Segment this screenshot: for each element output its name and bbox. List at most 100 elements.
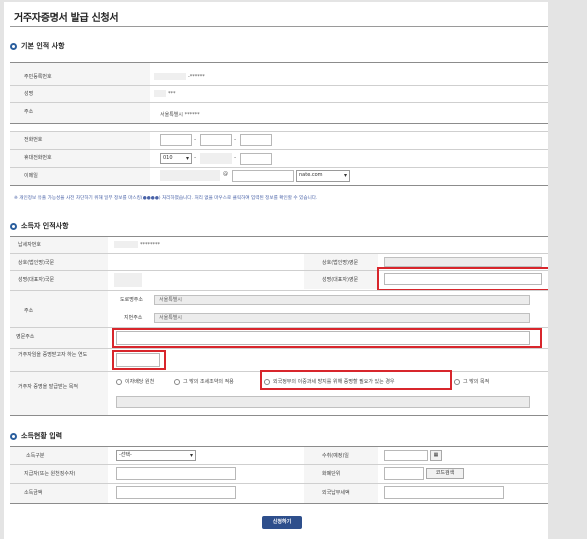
highlight-box bbox=[112, 328, 542, 348]
mobile-prefix-value: 010 bbox=[163, 155, 173, 161]
dash: - bbox=[234, 136, 237, 143]
purpose-label: 거주자 증명을 발급받는 목적 bbox=[18, 384, 78, 390]
purpose-detail-input[interactable] bbox=[116, 396, 530, 408]
en-address-label: 영문주소 bbox=[16, 334, 35, 340]
lot-address-value: 서울특별시 bbox=[159, 315, 183, 321]
divider bbox=[10, 348, 548, 349]
mobile-mid-input[interactable] bbox=[200, 153, 232, 164]
section-basic-title: 기본 인적 사항 bbox=[21, 42, 65, 50]
biz-name-label: 상호(법인명)국문 bbox=[18, 260, 55, 266]
divider bbox=[10, 185, 548, 186]
currency-label: 화폐단위 bbox=[322, 471, 341, 477]
submit-button[interactable]: 신청하기 bbox=[262, 516, 302, 529]
radio-icon bbox=[454, 378, 460, 385]
purpose-option-2[interactable]: 그 밖의 조세조약의 적용 bbox=[174, 378, 234, 385]
email-id-input[interactable] bbox=[160, 170, 220, 181]
section-income-status-header: 소득현황 입력 bbox=[10, 431, 62, 441]
page-title: 거주자증명서 발급 신청서 bbox=[14, 13, 119, 24]
phone-area-input[interactable] bbox=[160, 134, 192, 146]
divider bbox=[10, 149, 548, 150]
period-label: 수취(예정)일 bbox=[322, 453, 349, 459]
masking-notice: ※ 개인정보 유출 가능성을 사전 차단하기 위해 일부 정보를 마스킹(●●●… bbox=[14, 196, 318, 201]
rrn-value: -****** bbox=[188, 74, 205, 80]
income-type-value: -선택- bbox=[119, 452, 132, 458]
rrn-label: 주민등록번호 bbox=[24, 74, 52, 80]
radio-icon bbox=[174, 378, 180, 385]
foreign-tax-label: 외국납부세액 bbox=[322, 490, 350, 496]
payer-label: 지급자(또는 원천징수자) bbox=[24, 471, 76, 477]
radio-icon bbox=[116, 378, 122, 385]
mobile-label: 휴대전화번호 bbox=[24, 155, 52, 161]
divider bbox=[10, 483, 548, 484]
highlight-box bbox=[260, 370, 452, 390]
highlight-box bbox=[112, 350, 166, 370]
rep-name-label: 성명(대표자)국문 bbox=[18, 277, 55, 283]
masked-value bbox=[154, 90, 166, 97]
purpose-option-label: 그 밖의 목적 bbox=[463, 379, 490, 385]
code-search-button[interactable]: 코드검색 bbox=[426, 468, 464, 479]
payer-input[interactable] bbox=[116, 467, 236, 480]
divider bbox=[10, 290, 548, 291]
biz-name-en-input[interactable] bbox=[384, 257, 542, 267]
section-bullet-icon bbox=[10, 222, 17, 230]
email-domain-input[interactable] bbox=[232, 170, 294, 182]
tin-value: ******** bbox=[140, 242, 160, 248]
currency-input[interactable] bbox=[384, 467, 424, 480]
page-margin bbox=[548, 0, 587, 539]
name-value: *** bbox=[168, 91, 176, 97]
chevron-down-icon: ▾ bbox=[189, 452, 193, 459]
divider bbox=[10, 503, 548, 504]
section-bullet-icon bbox=[10, 432, 17, 440]
phone-mid-input[interactable] bbox=[200, 134, 232, 146]
divider bbox=[10, 464, 548, 465]
divider bbox=[10, 167, 548, 168]
section-bullet-icon bbox=[10, 42, 17, 50]
dash: - bbox=[234, 154, 237, 161]
masked-value bbox=[114, 273, 142, 287]
chevron-down-icon: ▾ bbox=[343, 172, 347, 179]
divider bbox=[10, 85, 548, 86]
mobile-last-input[interactable] bbox=[240, 153, 272, 165]
divider bbox=[10, 123, 548, 124]
email-domain-value: nate.com bbox=[299, 172, 323, 178]
divider bbox=[10, 253, 548, 254]
section-income-person-title: 소득자 인적사항 bbox=[21, 222, 69, 230]
phone-last-input[interactable] bbox=[240, 134, 272, 146]
title-divider bbox=[10, 26, 548, 27]
email-at: @ bbox=[223, 171, 228, 177]
application-form-page: 거주자증명서 발급 신청서 기본 인적 사항 주민등록번호 -****** 성명… bbox=[4, 2, 555, 539]
highlight-box bbox=[377, 267, 555, 291]
section-basic-header: 기본 인적 사항 bbox=[10, 41, 65, 51]
calendar-icon[interactable]: ▦ bbox=[430, 450, 442, 461]
purpose-option-label: 이자배당 원천 bbox=[125, 379, 155, 385]
income-type-label: 소득구분 bbox=[26, 453, 45, 459]
amount-label: 소득금액 bbox=[24, 490, 43, 496]
dash: - bbox=[194, 136, 197, 143]
section-income-status-title: 소득현황 입력 bbox=[21, 432, 63, 440]
purpose-option-4[interactable]: 그 밖의 목적 bbox=[454, 378, 489, 385]
rep-name-en-label: 성명(대표자)영문 bbox=[322, 277, 359, 283]
address-value: 서울특별시 ****** bbox=[160, 112, 200, 118]
foreign-tax-input[interactable] bbox=[384, 486, 504, 499]
chevron-down-icon: ▾ bbox=[185, 155, 189, 162]
lot-address-label: 지번주소 bbox=[124, 315, 143, 321]
amount-input[interactable] bbox=[116, 486, 236, 499]
road-address-input[interactable]: 서울특별시 bbox=[154, 295, 530, 305]
name-label: 성명 bbox=[24, 91, 34, 97]
period-input[interactable] bbox=[384, 450, 428, 461]
road-address-value: 서울특별시 bbox=[159, 297, 183, 303]
year-label: 거주자임을 증명받고자 하는 연도 bbox=[18, 352, 88, 358]
email-domain-select[interactable]: nate.com ▾ bbox=[296, 170, 350, 182]
divider bbox=[10, 131, 548, 132]
income-type-select[interactable]: -선택- ▾ bbox=[116, 450, 196, 461]
mobile-prefix-select[interactable]: 010 ▾ bbox=[160, 153, 192, 164]
purpose-option-1[interactable]: 이자배당 원천 bbox=[116, 378, 154, 385]
address-label: 주소 bbox=[24, 109, 34, 115]
masked-value bbox=[114, 241, 138, 248]
masked-value bbox=[154, 73, 186, 80]
dash: - bbox=[194, 154, 197, 161]
address-label: 주소 bbox=[24, 308, 34, 314]
lot-address-input[interactable]: 서울특별시 bbox=[154, 313, 530, 323]
divider bbox=[10, 415, 548, 416]
purpose-option-label: 그 밖의 조세조약의 적용 bbox=[183, 379, 234, 385]
